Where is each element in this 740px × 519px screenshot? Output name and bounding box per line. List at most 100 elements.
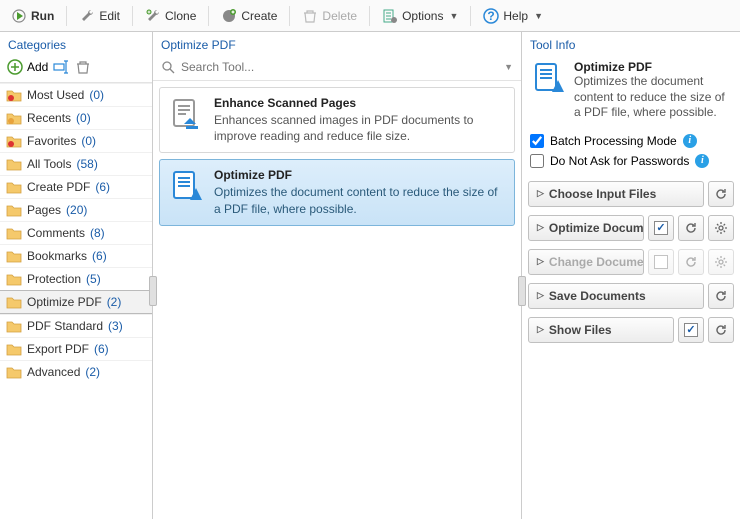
category-item[interactable]: Most Used (0) (0, 83, 152, 106)
info-tool-desc: Optimizes the document content to reduce… (574, 74, 732, 121)
category-item[interactable]: Comments (8) (0, 221, 152, 244)
svg-text:?: ? (488, 9, 495, 23)
category-item[interactable]: Favorites (0) (0, 129, 152, 152)
clone-icon (145, 8, 161, 24)
tool-info-panel: Tool Info Optimize PDF Optimizes the doc… (522, 32, 740, 519)
search-row: ▼ (153, 56, 521, 81)
run-button[interactable]: Run (4, 4, 61, 28)
category-label: Comments (27, 226, 85, 240)
category-item[interactable]: Protection (5) (0, 267, 152, 290)
folder-icon (6, 180, 22, 194)
delete-label: Delete (322, 9, 357, 23)
category-count: (6) (94, 342, 109, 356)
category-label: Most Used (27, 88, 84, 102)
search-input[interactable] (181, 60, 498, 74)
help-button[interactable]: ? Help ▼ (476, 4, 550, 28)
folder-icon (6, 88, 22, 102)
step-reset-button[interactable] (708, 283, 734, 309)
expand-icon: ▷ (537, 256, 544, 267)
folder-icon (6, 365, 22, 379)
folder-icon (6, 319, 22, 333)
expand-icon: ▷ (537, 222, 544, 233)
step-settings-button[interactable] (708, 249, 734, 275)
delete-category-icon[interactable] (74, 58, 92, 76)
step-row: ▷Choose Input Files (528, 181, 734, 207)
category-count: (0) (89, 88, 104, 102)
expand-icon: ▷ (537, 290, 544, 301)
category-count: (6) (92, 249, 107, 263)
info-icon[interactable]: i (695, 154, 709, 168)
tool-info-title: Tool Info (522, 32, 740, 56)
batch-mode-checkbox[interactable] (530, 134, 544, 148)
batch-mode-label: Batch Processing Mode (550, 134, 677, 148)
category-item[interactable]: Bookmarks (6) (0, 244, 152, 267)
step-label: Save Documents (549, 289, 646, 303)
splitter-left[interactable] (149, 276, 157, 306)
tool-card[interactable]: Enhance Scanned PagesEnhances scanned im… (159, 87, 515, 153)
delete-button[interactable]: Delete (295, 4, 364, 28)
step-enable-checkbox[interactable] (648, 249, 674, 275)
category-item[interactable]: Pages (20) (0, 198, 152, 221)
folder-icon (6, 342, 22, 356)
step-label: Show Files (549, 323, 612, 337)
step-button[interactable]: ▷ Save Documents (528, 283, 704, 309)
wrench-icon (79, 8, 95, 24)
category-item[interactable]: Recents (0) (0, 106, 152, 129)
categories-list: Most Used (0)Recents (0)Favorites (0)All… (0, 83, 152, 519)
edit-button[interactable]: Edit (72, 4, 127, 28)
category-label: PDF Standard (27, 319, 103, 333)
step-reset-button[interactable] (678, 215, 704, 241)
category-count: (3) (108, 319, 123, 333)
step-enable-checkbox[interactable] (648, 215, 674, 241)
category-count: (2) (107, 295, 122, 309)
tool-title: Enhance Scanned Pages (214, 96, 506, 110)
chevron-down-icon: ▼ (534, 11, 543, 21)
info-icon[interactable]: i (683, 134, 697, 148)
step-enable-checkbox[interactable] (678, 317, 704, 343)
step-settings-button[interactable] (708, 215, 734, 241)
step-reset-button[interactable] (708, 317, 734, 343)
enhance-scanned-icon (168, 96, 204, 132)
category-count: (58) (76, 157, 97, 171)
splitter-right[interactable] (518, 276, 526, 306)
rename-icon[interactable] (52, 58, 70, 76)
search-dropdown-icon[interactable]: ▼ (504, 62, 513, 72)
category-count: (20) (66, 203, 87, 217)
run-label: Run (31, 9, 54, 23)
category-count: (0) (76, 111, 91, 125)
category-label: Protection (27, 272, 81, 286)
reset-icon (684, 255, 698, 269)
category-item[interactable]: Create PDF (6) (0, 175, 152, 198)
clone-button[interactable]: Clone (138, 4, 203, 28)
step-reset-button[interactable] (708, 181, 734, 207)
tool-title: Optimize PDF (214, 168, 506, 182)
step-row: ▷Show Files (528, 317, 734, 343)
gear-icon (714, 221, 728, 235)
step-button[interactable]: ▷Optimize Document (528, 215, 644, 241)
category-item[interactable]: All Tools (58) (0, 152, 152, 175)
info-tool-title: Optimize PDF (574, 60, 732, 74)
reset-icon (714, 187, 728, 201)
step-button[interactable]: ▷Show Files (528, 317, 674, 343)
category-item[interactable]: Advanced (2) (0, 360, 152, 383)
reset-icon (714, 289, 728, 303)
optimize-pdf-icon (168, 168, 204, 204)
no-passwords-checkbox[interactable] (530, 154, 544, 168)
categories-panel: Categories Add Most Used (0)Recents (0)F… (0, 32, 153, 519)
category-item[interactable]: PDF Standard (3) (0, 314, 152, 337)
add-category-button[interactable]: Add (6, 58, 48, 76)
step-label: Choose Input Files (549, 187, 656, 201)
category-label: Export PDF (27, 342, 89, 356)
category-label: Optimize PDF (27, 295, 102, 309)
create-button[interactable]: Create (214, 4, 284, 28)
category-item[interactable]: Export PDF (6) (0, 337, 152, 360)
options-button[interactable]: Options ▼ (375, 4, 465, 28)
category-count: (5) (86, 272, 101, 286)
reset-icon (714, 323, 728, 337)
step-button[interactable]: ▷Choose Input Files (528, 181, 704, 207)
category-item[interactable]: Optimize PDF (2) (0, 290, 152, 314)
tool-card[interactable]: Optimize PDFOptimizes the document conte… (159, 159, 515, 225)
main-toolbar: Run Edit Clone Create Delete Options ▼ ?… (0, 0, 740, 32)
step-button[interactable]: ▷Change Document .. (528, 249, 644, 275)
step-reset-button[interactable] (678, 249, 704, 275)
